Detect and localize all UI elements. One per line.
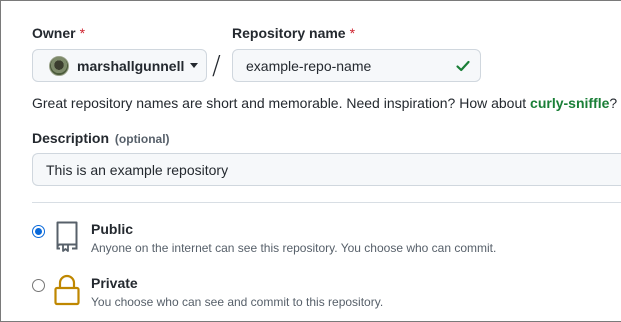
create-repo-form: Owner * Repository name * marshallgunnell … [0,0,621,322]
public-radio[interactable] [32,225,45,238]
description-label: Description (optional) [32,130,170,146]
owner-select-button[interactable]: marshallgunnell [32,49,207,82]
public-option-title[interactable]: Public [91,221,133,237]
repository-name-value: example-repo-name [246,57,372,74]
private-option-description: You choose who can see and commit to thi… [91,295,384,309]
divider [32,202,621,203]
description-input[interactable]: This is an example repository [32,153,621,186]
repository-name-hint: Great repository names are short and mem… [32,95,618,111]
owner-username: marshallgunnell [77,57,185,74]
required-marker: * [79,25,86,41]
public-option-description: Anyone on the internet can see this repo… [91,241,497,255]
private-radio[interactable] [32,279,45,292]
private-option-title[interactable]: Private [91,275,138,291]
repo-icon [56,221,78,252]
owner-label: Owner * [32,25,86,41]
caret-down-icon [190,63,199,68]
optional-marker: (optional) [114,132,170,146]
name-suggestion-link[interactable]: curly-sniffle [530,95,609,111]
repository-name-input[interactable]: example-repo-name [232,49,481,82]
description-value: This is an example repository [46,161,229,178]
owner-repo-separator: / [212,51,221,81]
check-icon [456,60,470,72]
lock-icon [54,274,80,306]
repository-name-label: Repository name * [232,25,356,41]
avatar [49,55,69,76]
required-marker: * [349,25,356,41]
